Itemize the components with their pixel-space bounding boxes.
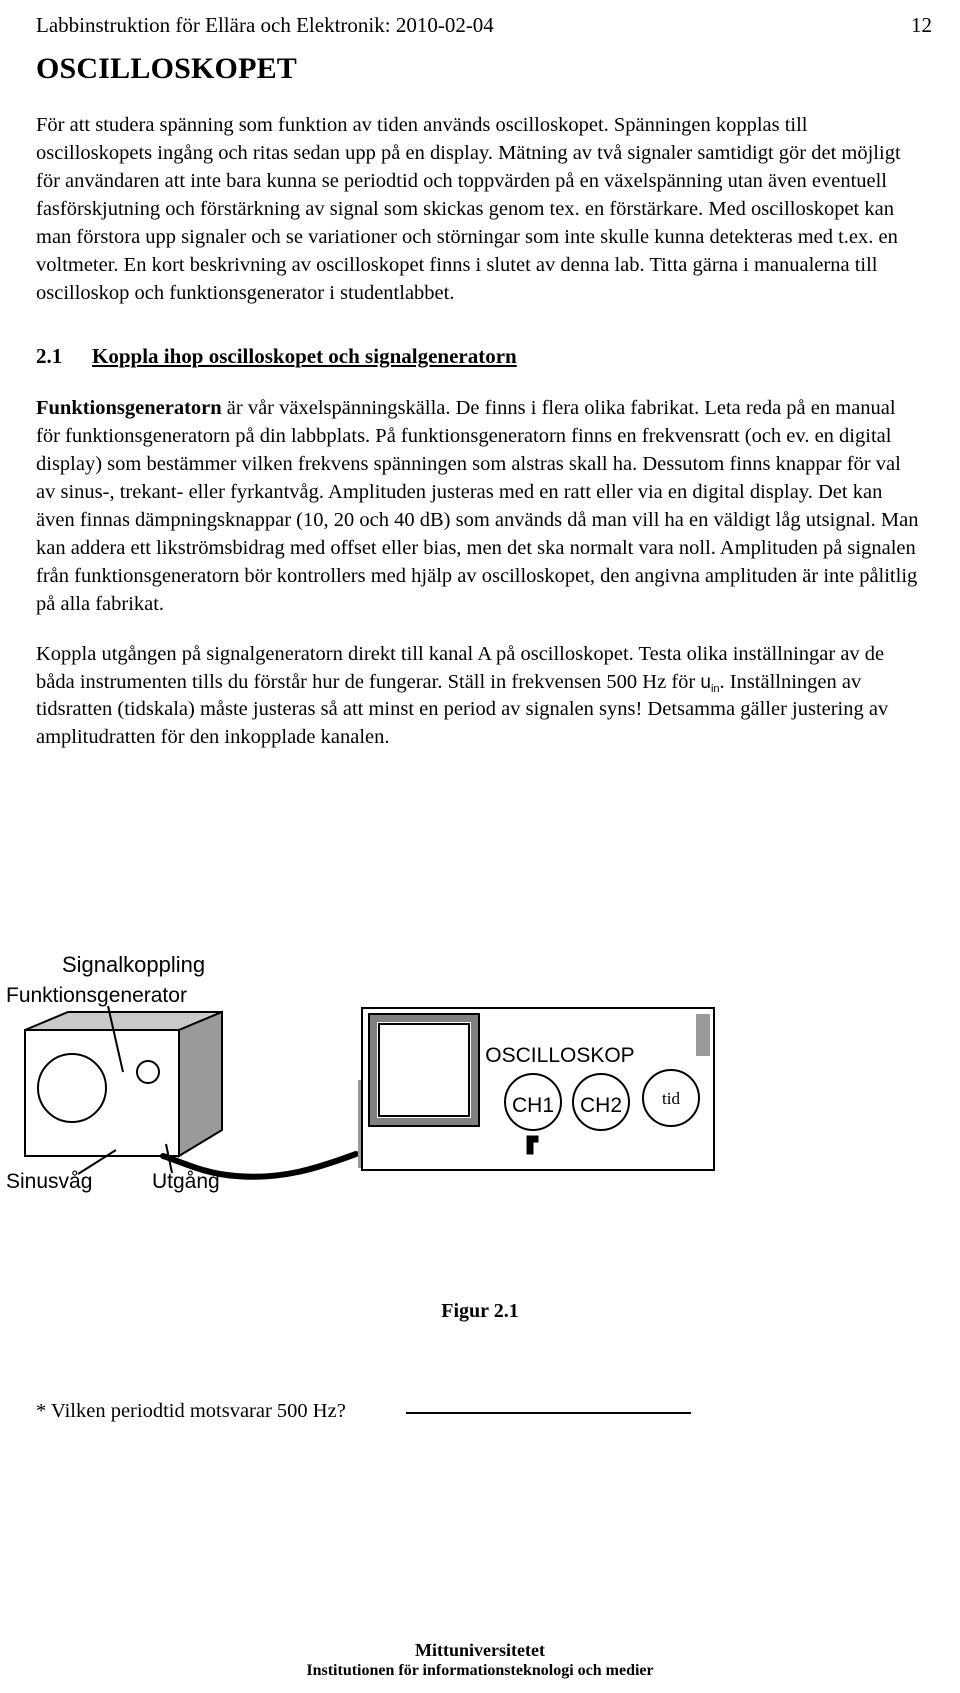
generator-small-knob[interactable] xyxy=(136,1060,160,1084)
oscilloscope-screen xyxy=(378,1023,470,1117)
generator-amplitude-dial[interactable] xyxy=(36,1052,108,1124)
paragraph-body-text: är vår växelspänningskälla. De finns i f… xyxy=(36,396,919,615)
section-number: 2.1 xyxy=(36,343,63,368)
oscilloscope-label-text: OSCILLOSKOP xyxy=(485,1044,634,1067)
oscilloscope-knob-ch1-label: CH1 xyxy=(512,1094,554,1117)
oscilloscope-knob-time-label: tid xyxy=(662,1089,680,1108)
section-paragraph-1: Funktionsgeneratorn är vår växelspänning… xyxy=(36,395,924,619)
voltage-symbol-subscript: in xyxy=(710,682,720,695)
paragraph-lead-term: Funktionsgeneratorn xyxy=(36,396,222,419)
page-title: OSCILLOSKOPET xyxy=(36,52,298,85)
page-footer: Mittuniversitetet Institutionen för info… xyxy=(0,1639,960,1682)
figure-heading-text: Signalkoppling xyxy=(62,952,205,977)
question-row: * Vilken periodtid motsvarar 500 Hz? xyxy=(36,1400,916,1423)
footer-department: Institutionen för informationsteknologi … xyxy=(306,1662,654,1679)
answer-blank-field[interactable] xyxy=(405,1411,691,1414)
figure-caption: Figur 2.1 xyxy=(441,1300,519,1322)
voltage-symbol: uin xyxy=(700,671,720,695)
generator-label-text: Funktionsgenerator xyxy=(6,984,187,1007)
oscilloscope-side-panel xyxy=(696,1014,710,1056)
page-number: 12 xyxy=(911,13,932,37)
question-text: * Vilken periodtid motsvarar 500 Hz? xyxy=(36,1400,346,1422)
main-text-column: OSCILLOSKOPET För att studera spänning s… xyxy=(36,52,924,774)
intro-paragraph: För att studera spänning som funktion av… xyxy=(36,114,901,304)
running-header-title: Labbinstruktion för Ellära och Elektroni… xyxy=(36,13,494,37)
section-title: Koppla ihop oscilloskopet och signalgene… xyxy=(92,343,517,368)
section-heading: 2.1 Koppla ihop oscilloskopet och signal… xyxy=(36,344,924,369)
section-paragraph-2: Koppla utgången på signalgeneratorn dire… xyxy=(36,641,924,753)
running-header: Labbinstruktion för Ellära och Elektroni… xyxy=(36,13,932,37)
footer-organisation: Mittuniversitetet xyxy=(415,1639,545,1660)
document-page: Labbinstruktion för Ellära och Elektroni… xyxy=(0,0,960,1693)
voltage-symbol-base: u xyxy=(700,671,711,693)
oscilloscope-knob-ch2-label: CH2 xyxy=(580,1094,622,1117)
figure-signal-connection: Signalkoppling Funktionsgenerator Sinusv… xyxy=(0,930,960,1350)
figure-illustration: Signalkoppling Funktionsgenerator Sinusv… xyxy=(6,952,715,1193)
generator-side-face xyxy=(178,1010,223,1158)
